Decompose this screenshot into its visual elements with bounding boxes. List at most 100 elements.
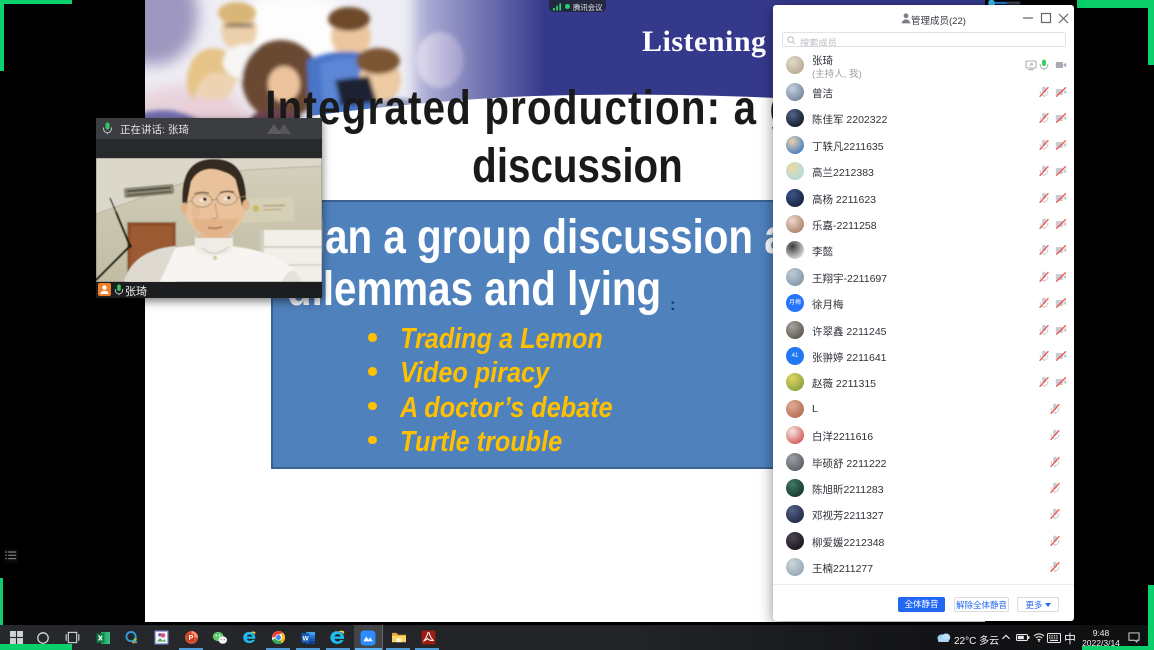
member-avatar [786,532,804,550]
video-float-window[interactable]: 正在讲话: 张琦 [96,118,322,298]
file-explorer-icon [392,631,407,643]
member-row[interactable]: 乐嘉-2211258 [773,211,1074,237]
member-row[interactable]: 张琦 (主持人, 我) [773,52,1074,79]
weather-label[interactable]: 22°C 多云 [954,632,999,647]
mic-muted-icon[interactable] [1038,165,1050,177]
mic-muted-icon[interactable] [1049,508,1061,520]
camera-muted-icon[interactable] [1055,86,1067,98]
camera-muted-icon[interactable] [1055,244,1067,256]
battery-icon[interactable] [1016,633,1030,642]
member-row[interactable]: 王楠2211277 [773,554,1074,580]
mic-muted-icon[interactable] [1038,271,1050,283]
member-row[interactable]: 许翠鑫 2211245 [773,317,1074,343]
member-row[interactable]: 曾洁 [773,79,1074,105]
meeting-share-pill[interactable]: 腾讯会议 [549,0,606,12]
mic-muted-icon[interactable] [1038,350,1050,362]
member-list[interactable]: 张琦 (主持人, 我) [773,52,1074,580]
search-members-input[interactable]: 搜索成员 [782,32,1066,47]
touch-keyboard-icon[interactable] [1047,633,1061,643]
taskbar-ie2[interactable] [323,625,351,650]
camera-muted-icon[interactable] [1055,218,1067,230]
mic-muted-icon[interactable] [1038,218,1050,230]
member-row[interactable]: 毕硕舒 2211222 [773,449,1074,475]
taskbar-word[interactable]: W [294,625,322,650]
camera-on-icon[interactable] [1055,59,1067,71]
camera-muted-icon[interactable] [1055,271,1067,283]
mic-muted-icon[interactable] [1049,482,1061,494]
tray-chevron-up-icon[interactable] [1001,633,1011,641]
member-row[interactable]: 高杨 2211623 [773,185,1074,211]
member-role: (主持人, 我) [812,66,862,80]
member-row[interactable]: L [773,396,1074,422]
mic-muted-icon[interactable] [1038,324,1050,336]
taskbar-file-explorer[interactable] [385,625,413,650]
member-avatar [786,558,804,576]
mic-muted-icon[interactable] [1049,456,1061,468]
wifi-icon[interactable] [1033,632,1045,642]
mute-all-button[interactable]: 全体静音 [898,597,945,612]
mic-on-icon[interactable] [1038,59,1050,71]
member-name: 白洋2211616 [812,429,873,444]
member-row[interactable]: 高兰2212383 [773,158,1074,184]
qq-icon [125,631,140,645]
unmute-all-button[interactable]: 解除全体静音 [954,597,1009,612]
member-row[interactable]: 陈旭昕2211283 [773,475,1074,501]
mic-muted-icon[interactable] [1038,139,1050,151]
desktop: Listening Integrated production: a group… [0,0,1154,650]
mic-muted-icon[interactable] [1038,376,1050,388]
taskbar-chrome[interactable] [264,625,292,650]
wallpaper-accent [1077,0,1154,8]
action-center-icon[interactable] [1128,632,1140,643]
member-row[interactable]: 李懿 [773,237,1074,263]
camera-muted-icon[interactable] [1055,297,1067,309]
mic-muted-icon[interactable] [1038,112,1050,124]
more-button[interactable]: 更多 [1017,597,1059,612]
member-row[interactable]: 赵薇 2211315 [773,369,1074,395]
taskbar-tencent-meeting[interactable] [354,625,382,650]
member-row[interactable]: 丁轶凡2211635 [773,132,1074,158]
camera-muted-icon[interactable] [1055,376,1067,388]
mic-muted-icon[interactable] [1038,297,1050,309]
member-row[interactable]: 白洋2211616 [773,422,1074,448]
mic-muted-icon[interactable] [1038,244,1050,256]
screen-share-icon[interactable] [1025,59,1037,71]
chrome-icon [271,631,285,645]
slide-box-colon: : [670,295,676,315]
mic-muted-icon[interactable] [1038,192,1050,204]
taskbar-acrobat[interactable] [414,625,442,650]
close-button[interactable] [1052,5,1074,31]
bullet-text: A doctor’s debate [400,392,613,425]
taskbar-ie[interactable] [235,625,263,650]
mic-muted-icon[interactable] [1049,429,1061,441]
weather-cloud-icon [936,631,951,642]
member-row[interactable]: 柳爱媛2212348 [773,528,1074,554]
taskbar-photo-viewer[interactable] [147,625,175,650]
member-row[interactable]: 王翔宇-2211697 [773,264,1074,290]
camera-muted-icon[interactable] [1055,165,1067,177]
member-row[interactable]: 邓视芳2211327 [773,501,1074,527]
mic-muted-icon[interactable] [1049,561,1061,573]
mic-muted-icon[interactable] [1038,86,1050,98]
tray-clock[interactable]: 9:48 2022/3/14 [1082,628,1120,648]
taskbar-powerpoint[interactable]: P [177,625,205,650]
camera-muted-icon[interactable] [1055,192,1067,204]
camera-muted-icon[interactable] [1055,112,1067,124]
camera-muted-icon[interactable] [1055,350,1067,362]
mic-muted-icon[interactable] [1049,535,1061,547]
video-window-header[interactable]: 正在讲话: 张琦 [96,118,322,139]
member-name: 赵薇 2211315 [812,376,876,391]
taskbar-qq[interactable] [118,625,146,650]
desktop-shortcut-icon[interactable] [4,549,19,566]
mic-muted-icon[interactable] [1049,403,1061,415]
ime-indicator[interactable]: 中 [1064,630,1076,647]
member-avatar [786,373,804,391]
member-avatar [786,241,804,259]
camera-muted-icon[interactable] [1055,324,1067,336]
panel-titlebar[interactable]: 管理成员(22) [773,5,1074,33]
taskbar-wechat[interactable] [206,625,234,650]
member-row[interactable]: 41 张翀婷 2211641 [773,343,1074,369]
member-row[interactable]: 陈佳军 2202322 [773,105,1074,131]
camera-muted-icon[interactable] [1055,139,1067,151]
member-row[interactable]: 月梅 徐月梅 [773,290,1074,316]
taskbar-excel[interactable] [89,625,117,650]
